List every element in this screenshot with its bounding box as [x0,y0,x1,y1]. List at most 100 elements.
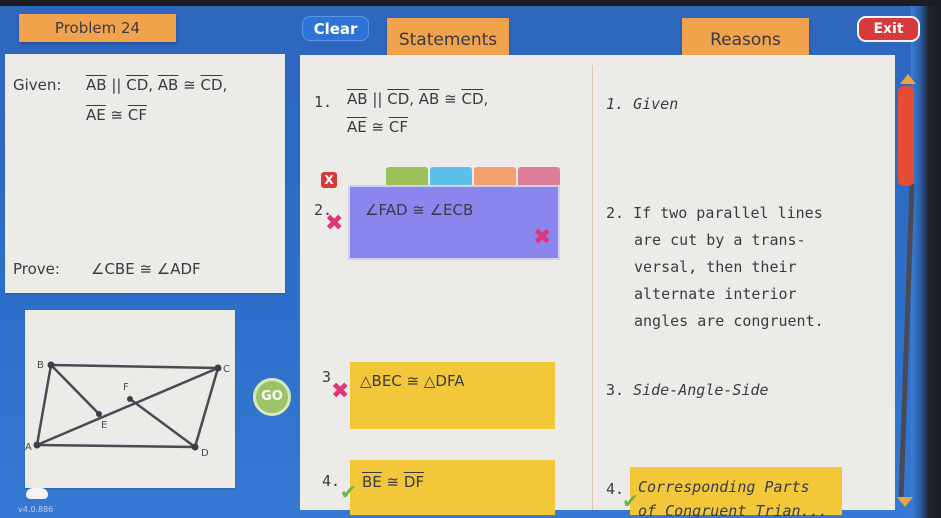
congruent-symbol: ≅ [366,118,389,136]
correct-icon: ✔ [622,489,639,513]
reason-2-line: If two parallel lines [633,204,823,222]
reason-2-number: 2. [606,204,625,222]
label-b: B [37,360,44,371]
given-label: Given: [13,76,62,94]
clear-button[interactable]: Clear [302,16,369,41]
separator: , [409,90,419,108]
reason-1-number: 1. [606,95,625,113]
statement-1-line-2: AE ≅ CF [347,118,408,136]
segment-ae: AE [86,106,106,124]
top-bezel [0,0,941,6]
segment-ab: AB [157,76,179,94]
statement-3-text: △BEC ≅ △DFA [360,372,465,390]
reason-3: 3. Side-Angle-Side [606,377,769,404]
reason-2-line: alternate interior [634,285,797,303]
incorrect-icon: ✖ [331,379,350,404]
statement-2-box[interactable] [348,185,560,260]
exit-button[interactable]: Exit [857,16,920,42]
segment-ab: AB [347,90,368,108]
segment-ae: AE [347,118,367,136]
congruent-symbol: ≅ [381,473,404,491]
segment-cd: CD [200,76,223,94]
segment-ab: AB [86,76,107,94]
color-tab-green[interactable] [386,167,428,185]
segment-df: DF [403,473,425,491]
reason-2-line: versal, then their [634,258,797,276]
given-line-2: AE ≅ CF [86,106,147,124]
segment-be: BE [362,473,382,491]
reason-4-line: Corresponding Parts [638,478,810,496]
segment-cf: CF [388,118,408,136]
reason-3-text: Side-Angle-Side [633,381,769,399]
reason-1-text: Given [633,95,679,113]
segment-ad [35,443,197,449]
reason-4-text: Corresponding Parts of Congruent Trian..… [638,475,828,518]
delete-statement-button[interactable]: X [321,172,337,188]
correct-icon: ✔ [340,480,357,504]
statements-header: Statements [387,18,509,60]
scrollbar[interactable] [893,70,923,510]
statement-4-text: BE ≅ DF [362,473,424,491]
reason-2: 2. If two parallel lines are cut by a tr… [606,200,846,335]
prove-label: Prove: [13,260,60,278]
label-a: A [25,442,32,453]
segment-cd: CD [126,76,149,94]
congruent-symbol: ≅ [178,76,201,94]
incorrect-icon: ✖ [325,211,344,236]
figure-card: B C A D E F [25,310,235,488]
scroll-down-arrow-icon[interactable] [897,497,913,507]
segment-ab [35,363,53,447]
statement-1-line-1: AB || CD, AB ≅ CD, [347,90,488,108]
problem-label: Problem 24 [19,14,176,42]
point-b [47,361,55,369]
reasons-header: Reasons [682,18,809,60]
separator: , [222,76,228,94]
segment-be [49,363,101,416]
point-a [33,441,41,449]
go-button[interactable]: GO [253,378,291,416]
segment-cd [193,366,220,449]
proof-table: 1. AB || CD, AB ≅ CD, AE ≅ CF X 2. ✖ ∠FA… [300,55,895,518]
statement-1-number: 1. [314,93,333,111]
label-d: D [201,448,209,459]
reason-2-line: angles are congruent. [634,312,824,330]
statement-4-number: 4. [322,472,341,490]
segment-ab: AB [418,90,440,108]
segment-cf: CF [127,106,147,124]
label-e: E [101,420,107,431]
label-c: C [223,364,230,375]
point-e [96,411,102,417]
given-prove-card: Given: AB || CD, AB ≅ CD, AE ≅ CF Prove:… [5,54,285,293]
scroll-up-arrow-icon[interactable] [900,74,916,84]
parallelogram-diagram: B C A D E F [25,360,230,459]
point-c [214,364,222,372]
scroll-track[interactable] [898,184,915,499]
given-line-1: AB || CD, AB ≅ CD, [86,76,227,94]
column-divider [592,65,593,510]
color-tab-orange[interactable] [474,167,516,185]
reason-4-line: of Congruent Trian... [638,502,828,518]
segment-cd: CD [461,90,484,108]
statement-3-number: 3 [322,368,332,386]
scroll-thumb[interactable] [898,86,914,186]
parallel-symbol: || [106,76,127,94]
prove-statement: ∠CBE ≅ ∠ADF [91,260,201,278]
cloud-icon [26,488,48,499]
segment-df [128,397,197,449]
version-label: v4.0.886 [18,505,54,514]
parallel-symbol: || [367,90,388,108]
incorrect-icon: ✖ [533,225,552,250]
point-d [191,443,199,451]
statement-2-text: ∠FAD ≅ ∠ECB [365,201,474,219]
color-tabs [386,167,560,185]
color-tab-pink[interactable] [518,167,560,185]
label-f: F [123,382,129,393]
segment-cd: CD [387,90,410,108]
separator: , [148,76,158,94]
color-tab-blue[interactable] [430,167,472,185]
reason-2-line: are cut by a trans- [634,231,806,249]
segment-bc [49,363,220,370]
congruent-symbol: ≅ [439,90,462,108]
separator: , [483,90,489,108]
congruent-symbol: ≅ [105,106,128,124]
